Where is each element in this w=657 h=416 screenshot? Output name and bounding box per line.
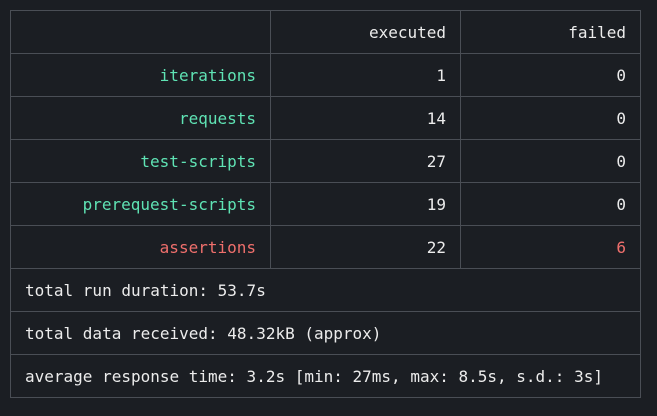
run-summary-table: executed failed iterations 1 0 requests … — [10, 10, 641, 398]
executed-count-requests: 14 — [270, 96, 461, 140]
table-row-iterations: iterations 1 0 — [10, 53, 641, 97]
executed-count-test-scripts: 27 — [270, 139, 461, 183]
table-row-assertions: assertions 22 6 — [10, 225, 641, 269]
executed-count-prerequest-scripts: 19 — [270, 182, 461, 226]
row-label-iterations: iterations — [10, 53, 271, 97]
total-run-duration: total run duration: 53.7s — [10, 268, 641, 312]
header-row: executed failed — [10, 10, 641, 54]
table-row-test-scripts: test-scripts 27 0 — [10, 139, 641, 183]
executed-count-assertions: 22 — [270, 225, 461, 269]
stat-row-data-received: total data received: 48.32kB (approx) — [10, 311, 641, 355]
header-failed: failed — [460, 10, 641, 54]
failed-count-iterations: 0 — [460, 53, 641, 97]
failed-count-assertions: 6 — [460, 225, 641, 269]
failed-count-prerequest-scripts: 0 — [460, 182, 641, 226]
stat-row-response-time: average response time: 3.2s [min: 27ms, … — [10, 354, 641, 398]
row-label-assertions: assertions — [10, 225, 271, 269]
failed-count-test-scripts: 0 — [460, 139, 641, 183]
row-label-test-scripts: test-scripts — [10, 139, 271, 183]
row-label-requests: requests — [10, 96, 271, 140]
stat-row-duration: total run duration: 53.7s — [10, 268, 641, 312]
executed-count-iterations: 1 — [270, 53, 461, 97]
average-response-time: average response time: 3.2s [min: 27ms, … — [10, 354, 641, 398]
header-executed: executed — [270, 10, 461, 54]
table-row-prerequest-scripts: prerequest-scripts 19 0 — [10, 182, 641, 226]
table-row-requests: requests 14 0 — [10, 96, 641, 140]
failed-count-requests: 0 — [460, 96, 641, 140]
total-data-received: total data received: 48.32kB (approx) — [10, 311, 641, 355]
header-label-cell — [10, 10, 271, 54]
row-label-prerequest-scripts: prerequest-scripts — [10, 182, 271, 226]
